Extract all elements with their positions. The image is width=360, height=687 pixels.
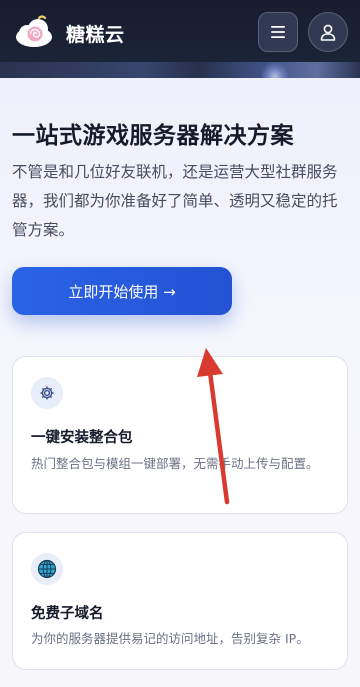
feature-description: 为你的服务器提供易记的访问地址，告别复杂 IP。 <box>31 631 309 646</box>
hero-description: 不管是和几位好友联机，还是运营大型社群服务器，我们都为你准备好了简单、透明又稳定… <box>12 163 338 239</box>
brand-logo[interactable] <box>14 12 54 52</box>
cloud-logo-icon <box>16 15 52 47</box>
feature-title: 免费子域名 <box>31 606 104 622</box>
top-header: 糖糕云 <box>0 0 360 78</box>
user-account-button[interactable] <box>308 12 348 52</box>
hamburger-menu-icon <box>271 26 285 38</box>
feature-icon-wrapper <box>31 377 63 409</box>
feature-title: 一键安装整合包 <box>31 430 133 446</box>
globe-icon <box>37 559 57 579</box>
feature-card-modpack[interactable]: 一键安装整合包 热门整合包与模组一键部署，无需手动上传与配置。 <box>12 356 348 514</box>
header-banner-glow <box>0 62 360 78</box>
menu-button[interactable] <box>258 12 298 52</box>
user-icon <box>320 24 336 41</box>
feature-description: 热门整合包与模组一键部署，无需手动上传与配置。 <box>31 456 319 471</box>
hero-section: 一站式游戏服务器解决方案 不管是和几位好友联机，还是运营大型社群服务器，我们都为… <box>0 78 360 687</box>
feature-card-subdomain[interactable]: 免费子域名 为你的服务器提供易记的访问地址，告别复杂 IP。 <box>12 532 348 670</box>
feature-icon-wrapper <box>31 553 63 585</box>
brand-name[interactable]: 糖糕云 <box>66 20 125 47</box>
hero-title: 一站式游戏服务器解决方案 <box>12 123 294 149</box>
gear-icon <box>40 386 54 400</box>
get-started-button[interactable]: 立即开始使用 → <box>12 267 232 315</box>
